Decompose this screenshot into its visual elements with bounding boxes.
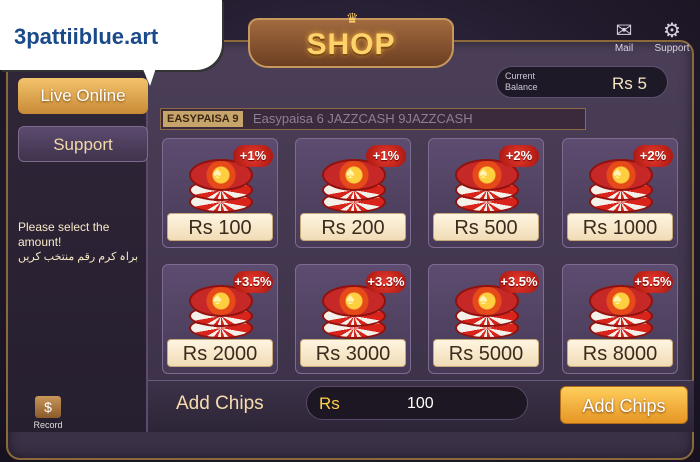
bonus-badge: +3.3% [366,271,406,293]
chip-package-3000[interactable]: ♠ +3.3% Rs 3000 [295,264,411,374]
bonus-badge: +5.5% [633,271,673,293]
record-label: Record [33,420,63,430]
chip-package-8000[interactable]: ♠ +5.5% Rs 8000 [562,264,678,374]
mail-button[interactable]: ✉ Mail [604,20,644,54]
balance-label: Current Balance [505,71,538,92]
page-title: SHOP [306,28,396,61]
bonus-badge: +1% [366,145,406,167]
shop-banner: ♛ SHOP [248,10,454,68]
current-balance: Current Balance Rs 5 [496,66,668,98]
support-settings-button[interactable]: ⚙ Support [652,20,692,54]
payment-selected-tag[interactable]: EASYPAISA 9 [163,111,243,127]
select-amount-note: Please select the amount! براہ کرم رقم م… [18,220,150,265]
bonus-badge: +3.5% [233,271,273,293]
bonus-badge: +2% [633,145,673,167]
mail-label: Mail [614,43,634,54]
amount-input[interactable]: Rs 100 [306,386,528,420]
price-button[interactable]: Rs 200 [300,213,406,241]
record-icon: $ [35,396,61,418]
bonus-badge: +2% [499,145,539,167]
chip-package-500[interactable]: ♠ +2% Rs 500 [428,138,544,248]
bonus-badge: +1% [233,145,273,167]
gear-icon: ⚙ [663,20,681,42]
sidebar-item-support[interactable]: Support [18,126,148,162]
chip-package-5000[interactable]: ♠ +3.5% Rs 5000 [428,264,544,374]
balance-value: Rs 5 [612,74,647,93]
sidebar-item-live-online[interactable]: Live Online [18,78,148,114]
crown-icon: ♛ [346,10,359,26]
price-button[interactable]: Rs 500 [433,213,539,241]
payment-options-text[interactable]: Easypaisa 6 JAZZCASH 9JAZZCASH [253,111,473,127]
chip-package-100[interactable]: ♠ +1% Rs 100 [162,138,278,248]
price-button[interactable]: Rs 2000 [167,339,273,367]
price-button[interactable]: Rs 5000 [433,339,539,367]
mail-icon: ✉ [615,20,633,42]
price-button[interactable]: Rs 3000 [300,339,406,367]
record-button[interactable]: $ Record [28,396,68,434]
price-button[interactable]: Rs 100 [167,213,273,241]
chip-package-1000[interactable]: ♠ +2% Rs 1000 [562,138,678,248]
sidebar: Live Online Support Please select the am… [8,72,148,432]
add-chips-button[interactable]: Add Chips [560,386,688,424]
support-label: Support [654,43,690,54]
note-urdu: براہ کرم رقم منتخب کریں [18,251,139,263]
amount-value[interactable]: 100 [407,395,434,413]
bonus-badge: +3.5% [499,271,539,293]
price-button[interactable]: Rs 1000 [567,213,673,241]
note-english: Please select the amount! [18,220,110,249]
chip-package-200[interactable]: ♠ +1% Rs 200 [295,138,411,248]
chip-package-2000[interactable]: ♠ +3.5% Rs 2000 [162,264,278,374]
add-chips-label: Add Chips [176,393,264,414]
payment-method-strip[interactable]: EASYPAISA 9 Easypaisa 6 JAZZCASH 9JAZZCA… [160,108,586,130]
watermark-bubble: 3pattiiblue.art [0,0,222,86]
price-button[interactable]: Rs 8000 [567,339,673,367]
watermark-text: 3pattiiblue.art [14,24,159,49]
amount-currency-prefix: Rs [319,394,340,413]
